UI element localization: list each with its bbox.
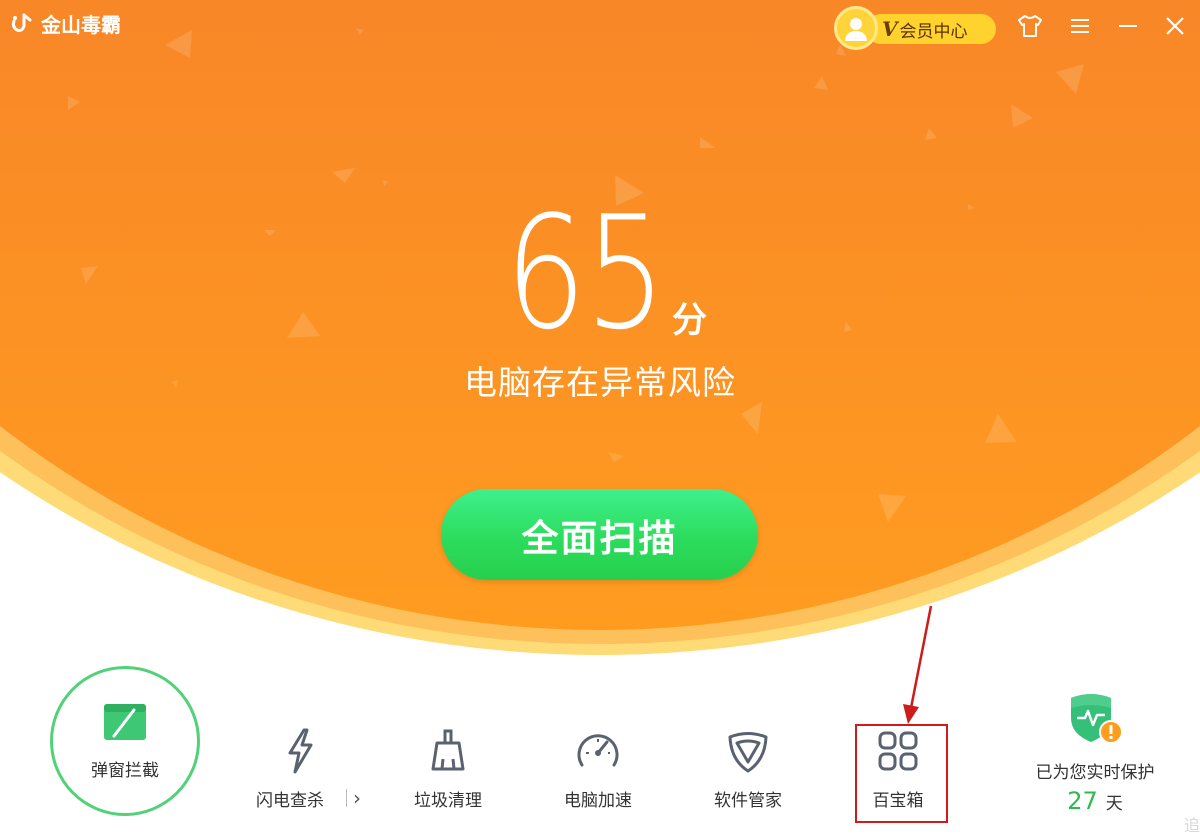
- vip-center-label: 会员中心: [899, 21, 968, 42]
- annotation-arrow: [903, 605, 933, 724]
- protection-days: 27: [1067, 787, 1098, 815]
- vip-center-button[interactable]: V 会员中心: [866, 14, 996, 44]
- full-scan-button[interactable]: 全面扫描: [441, 489, 758, 580]
- toolbox-tool[interactable]: 百宝箱: [843, 726, 953, 811]
- software-manager-tool[interactable]: 软件管家: [693, 726, 803, 811]
- flash-scan-more[interactable]: ›: [346, 786, 361, 810]
- score-unit: 分: [672, 301, 708, 341]
- score-status-text: 电脑存在异常风险: [464, 363, 736, 402]
- grid-icon: [878, 731, 918, 771]
- user-icon: [845, 18, 867, 41]
- menu-icon: [1071, 19, 1089, 33]
- menu-button[interactable]: [1063, 9, 1097, 43]
- vip-badge: V: [882, 17, 898, 41]
- junk-clean-tool[interactable]: 垃圾清理: [393, 726, 503, 811]
- skin-button[interactable]: [1013, 9, 1047, 43]
- shield-alert-icon: [1071, 694, 1123, 744]
- edge-text: 追: [1184, 816, 1200, 835]
- flash-scan-label: 闪电查杀: [256, 791, 324, 811]
- junk-clean-label: 垃圾清理: [414, 791, 482, 811]
- toolbox-label: 百宝箱: [872, 791, 924, 811]
- speedometer-icon: [577, 734, 619, 767]
- user-avatar[interactable]: [834, 6, 878, 50]
- speed-up-tool[interactable]: 电脑加速: [543, 726, 653, 811]
- duba-logo-icon: [11, 13, 32, 32]
- flash-scan-tool[interactable]: 闪电查杀: [245, 726, 355, 811]
- protection-text: 已为您实时保护: [1035, 763, 1155, 783]
- popup-block-icon: [104, 703, 146, 740]
- popup-block-label: 弹窗拦截: [91, 760, 159, 781]
- separator: [346, 789, 347, 807]
- security-score: 65: [505, 182, 666, 364]
- lightning-icon: [288, 728, 313, 774]
- minimize-icon: [1119, 25, 1137, 27]
- chevron-right-icon: ›: [353, 786, 361, 810]
- popup-block-button[interactable]: 弹窗拦截: [50, 666, 200, 816]
- app-name: 金山毒霸: [41, 12, 121, 37]
- tshirt-icon: [1018, 15, 1042, 37]
- software-manager-label: 软件管家: [714, 791, 782, 811]
- broom-icon: [431, 729, 465, 771]
- close-button[interactable]: [1158, 9, 1192, 43]
- app-logo: 金山毒霸: [10, 9, 121, 37]
- close-icon: [1166, 17, 1184, 35]
- shield-v-icon: [728, 732, 768, 773]
- protection-days-unit: 天: [1105, 794, 1123, 814]
- minimize-button[interactable]: [1111, 9, 1145, 43]
- speed-up-label: 电脑加速: [564, 791, 632, 811]
- realtime-protection[interactable]: 已为您实时保护 27 天: [1010, 688, 1180, 815]
- antivirus-main-window: 金山毒霸 V 会员中心 65 分 电脑存在异常风险 全面扫描 弹窗拦截 闪电查杀…: [0, 0, 1200, 840]
